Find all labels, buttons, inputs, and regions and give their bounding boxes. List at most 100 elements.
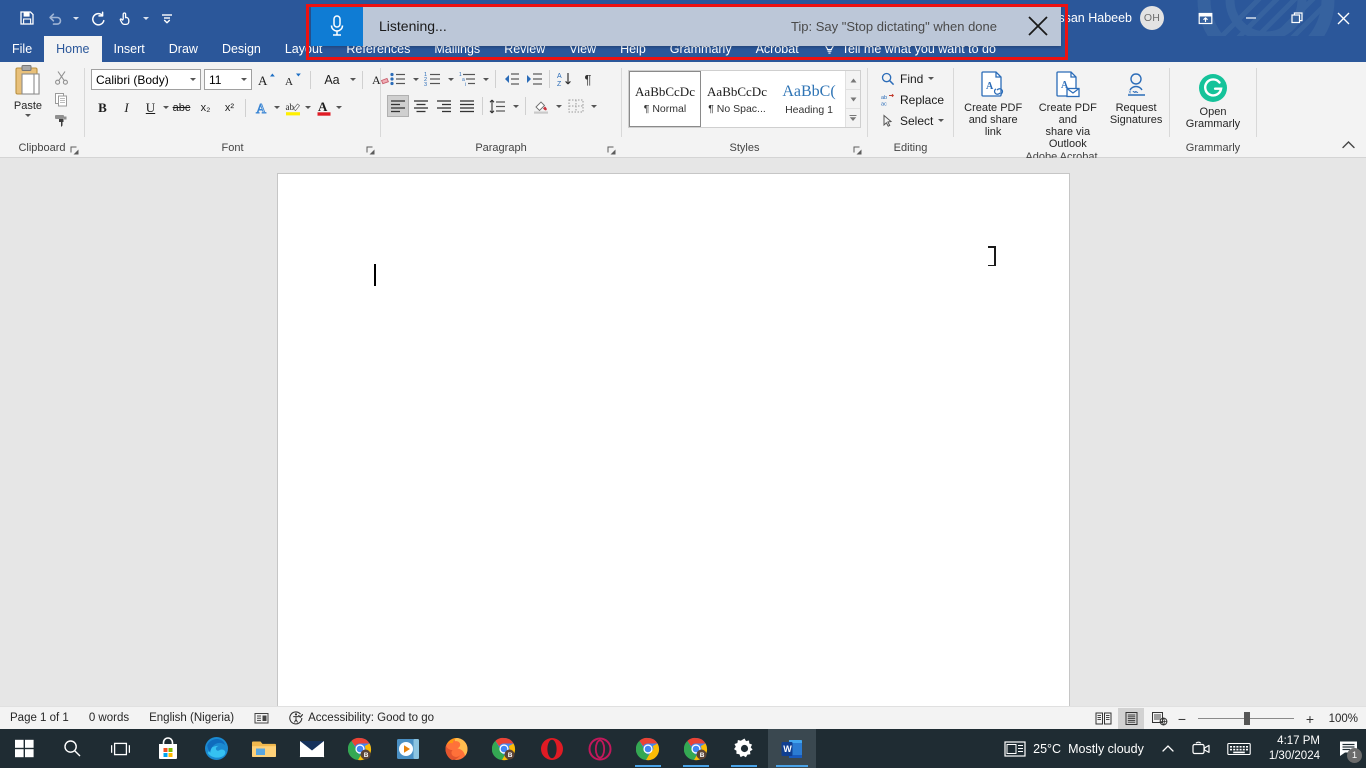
strikethrough-button[interactable]: abc	[170, 96, 193, 119]
document-page[interactable]	[277, 173, 1070, 706]
restore-button[interactable]	[1274, 0, 1320, 36]
accessibility-status[interactable]: Accessibility: Good to go	[279, 711, 444, 725]
find-dropdown-icon[interactable]	[928, 77, 934, 80]
highlight-dropdown-icon[interactable]	[305, 106, 311, 109]
underline-button[interactable]: U	[139, 96, 162, 119]
file-explorer-icon[interactable]	[240, 729, 288, 768]
microphone-icon[interactable]	[311, 6, 363, 46]
edge-icon[interactable]	[192, 729, 240, 768]
paragraph-dialog-launcher[interactable]	[605, 145, 617, 157]
chrome-beta-2-icon[interactable]: B	[480, 729, 528, 768]
zoom-slider[interactable]	[1198, 708, 1294, 729]
align-left-button[interactable]	[387, 95, 409, 117]
cut-icon[interactable]	[50, 67, 72, 87]
bullets-icon[interactable]	[387, 68, 409, 90]
change-case-icon[interactable]: Aa	[317, 68, 347, 91]
request-signatures-button[interactable]: x Request Signatures	[1109, 70, 1163, 126]
tab-file[interactable]: File	[0, 36, 44, 62]
page-indicator[interactable]: Page 1 of 1	[0, 712, 79, 724]
underline-dropdown-icon[interactable]	[163, 106, 169, 109]
microsoft-store-icon[interactable]	[144, 729, 192, 768]
font-dialog-launcher[interactable]	[364, 145, 376, 157]
opera-icon[interactable]	[528, 729, 576, 768]
notification-center-button[interactable]: 1	[1330, 729, 1366, 768]
opera-gx-icon[interactable]	[576, 729, 624, 768]
superscript-button[interactable]: x²	[218, 96, 241, 119]
select-dropdown-icon[interactable]	[938, 119, 944, 122]
increase-indent-icon[interactable]	[523, 68, 545, 90]
search-button[interactable]	[48, 729, 96, 768]
clock[interactable]: 4:17 PM 1/30/2024	[1259, 734, 1330, 764]
print-layout-view-button[interactable]	[1118, 708, 1144, 729]
paste-button[interactable]: Paste	[6, 64, 50, 117]
numbering-dropdown-icon[interactable]	[445, 68, 456, 90]
tab-home[interactable]: Home	[44, 36, 101, 62]
text-effects-dropdown-icon[interactable]	[274, 106, 280, 109]
multilevel-dropdown-icon[interactable]	[480, 68, 491, 90]
subscript-button[interactable]: x₂	[194, 96, 217, 119]
style-item-heading-1[interactable]: AaBbC( Heading 1	[773, 71, 845, 127]
shrink-font-icon[interactable]: A	[281, 68, 304, 91]
media-player-icon[interactable]	[384, 729, 432, 768]
customize-qat-icon[interactable]	[154, 5, 180, 31]
find-button[interactable]: Find	[878, 68, 937, 89]
style-item-normal[interactable]: AaBbCcDc ¶ Normal	[629, 71, 701, 127]
web-layout-view-button[interactable]	[1146, 708, 1172, 729]
chrome-beta-icon[interactable]: B	[336, 729, 384, 768]
touch-keyboard-icon[interactable]	[1219, 729, 1259, 768]
numbering-icon[interactable]: 123	[422, 68, 444, 90]
styles-more-icon[interactable]	[846, 109, 860, 127]
style-item-no-spacing[interactable]: AaBbCcDc ¶ No Spac...	[701, 71, 773, 127]
word-icon[interactable]: W	[768, 729, 816, 768]
grow-font-icon[interactable]: A	[255, 68, 278, 91]
font-color-dropdown-icon[interactable]	[336, 106, 342, 109]
chrome-canary-icon[interactable]	[624, 729, 672, 768]
read-mode-view-button[interactable]	[1090, 708, 1116, 729]
language-indicator[interactable]: English (Nigeria)	[139, 712, 244, 724]
clipboard-dialog-launcher[interactable]	[68, 145, 80, 157]
select-button[interactable]: Select	[878, 110, 947, 131]
ribbon-display-options-icon[interactable]	[1182, 0, 1228, 36]
firefox-icon[interactable]	[432, 729, 480, 768]
format-painter-icon[interactable]	[50, 111, 72, 131]
bold-button[interactable]: B	[91, 96, 114, 119]
copy-icon[interactable]	[50, 89, 72, 109]
shading-dropdown-icon[interactable]	[553, 95, 564, 117]
save-icon[interactable]	[14, 5, 40, 31]
task-view-button[interactable]	[96, 729, 144, 768]
font-color-icon[interactable]: A	[312, 96, 335, 119]
bullets-dropdown-icon[interactable]	[410, 68, 421, 90]
show-formatting-marks-icon[interactable]: ¶	[577, 68, 599, 90]
show-hidden-icons-button[interactable]	[1152, 729, 1184, 768]
tab-draw[interactable]: Draw	[157, 36, 210, 62]
replace-button[interactable]: abac Replace	[878, 89, 947, 110]
start-button[interactable]	[0, 729, 48, 768]
proofing-icon[interactable]	[244, 711, 279, 725]
create-pdf-share-link-button[interactable]: A Create PDF and share link	[960, 70, 1026, 138]
align-right-button[interactable]	[433, 95, 455, 117]
font-size-combo[interactable]: 11	[204, 69, 252, 90]
dictation-close-button[interactable]	[1015, 6, 1061, 46]
collapse-ribbon-icon[interactable]	[1338, 135, 1358, 153]
zoom-slider-thumb[interactable]	[1244, 712, 1250, 725]
weather-widget[interactable]: 25°C Mostly cloudy	[996, 729, 1152, 768]
document-area[interactable]	[0, 158, 1366, 706]
font-name-combo[interactable]: Calibri (Body)	[91, 69, 201, 90]
line-spacing-icon[interactable]	[487, 95, 509, 117]
decrease-indent-icon[interactable]	[500, 68, 522, 90]
center-button[interactable]	[410, 95, 432, 117]
change-case-dropdown-icon[interactable]	[350, 78, 356, 81]
chrome-beta-3-icon[interactable]: B	[672, 729, 720, 768]
settings-icon[interactable]	[720, 729, 768, 768]
zoom-out-button[interactable]: −	[1174, 711, 1190, 727]
borders-icon[interactable]	[565, 95, 587, 117]
sort-icon[interactable]: AZ	[554, 68, 576, 90]
styles-dialog-launcher[interactable]	[851, 145, 863, 157]
undo-icon[interactable]	[42, 5, 68, 31]
styles-scroll-down-icon[interactable]	[846, 90, 860, 109]
tab-insert[interactable]: Insert	[102, 36, 157, 62]
zoom-in-button[interactable]: +	[1302, 711, 1318, 727]
create-pdf-share-outlook-button[interactable]: A Create PDF and share via Outlook	[1028, 70, 1107, 150]
italic-button[interactable]: I	[115, 96, 138, 119]
open-grammarly-button[interactable]: Open Grammarly	[1178, 72, 1248, 130]
